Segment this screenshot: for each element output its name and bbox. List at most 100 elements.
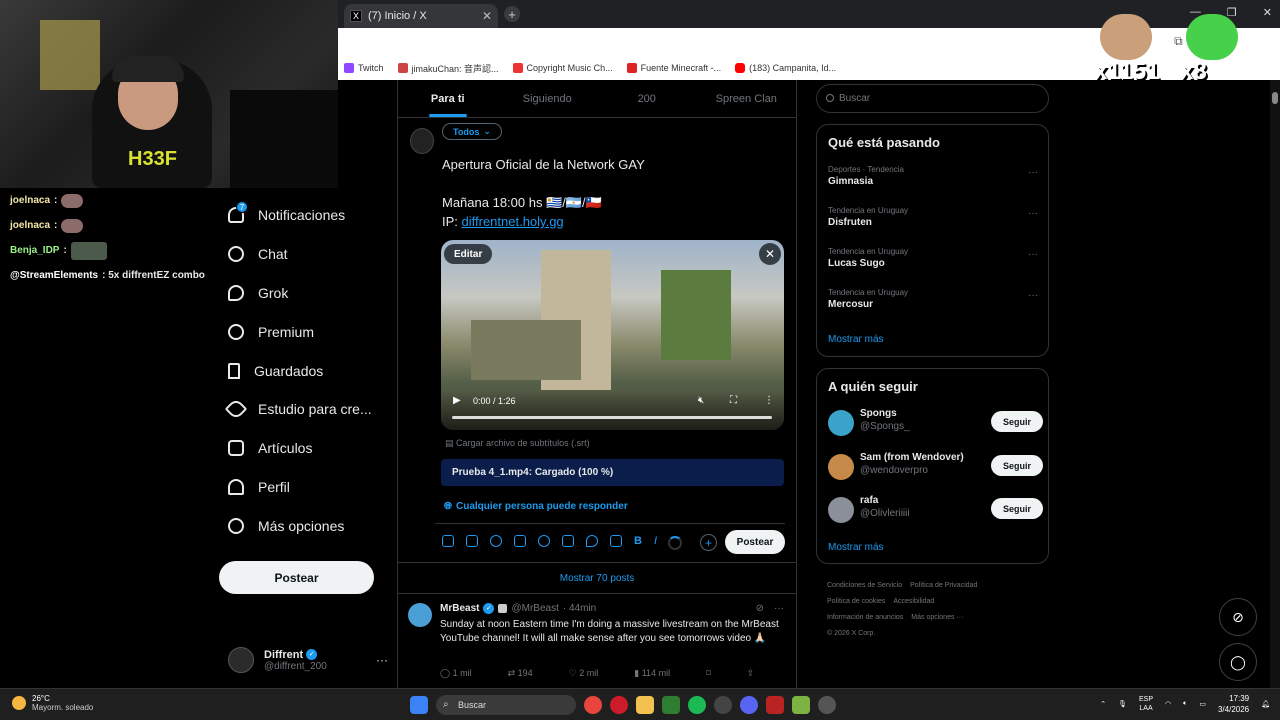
- minecraft-icon[interactable]: [662, 696, 680, 714]
- tray-arrow-icon[interactable]: ⌃: [1100, 700, 1106, 708]
- tab-close-icon[interactable]: ✕: [482, 9, 492, 23]
- browser-tab[interactable]: X (7) Inicio / X ✕: [344, 4, 498, 28]
- scrollbar[interactable]: [1270, 80, 1280, 688]
- spotify-icon[interactable]: [688, 696, 706, 714]
- bookmark-fuente-minecraft[interactable]: Fuente Minecraft -...: [626, 63, 721, 73]
- bold-icon[interactable]: B: [634, 535, 642, 547]
- trends-show-more-link[interactable]: Mostrar más: [828, 334, 884, 345]
- trend-item[interactable]: Tendencia en Uruguay Mercosur ···: [828, 288, 1038, 310]
- video-more-icon[interactable]: ⋮: [764, 395, 774, 406]
- bookmark-twitch[interactable]: Twitch: [344, 63, 384, 73]
- media-player-icon[interactable]: [818, 696, 836, 714]
- sidebar-item-bookmarks[interactable]: Guardados: [218, 351, 388, 390]
- poll-icon[interactable]: [514, 535, 526, 547]
- composer-avatar[interactable]: [410, 128, 434, 154]
- trend-item[interactable]: Tendencia en Uruguay Lucas Sugo ···: [828, 247, 1038, 269]
- microphone-icon[interactable]: 🎙︎: [1118, 700, 1127, 708]
- scrollbar-thumb[interactable]: [1272, 92, 1278, 104]
- footer-link[interactable]: Información de anuncios: [827, 614, 903, 621]
- edit-media-button[interactable]: Editar: [444, 244, 493, 264]
- post-draft-text[interactable]: Apertura Oficial de la Network GAY Mañan…: [442, 155, 782, 231]
- battery-icon[interactable]: ▭: [1199, 700, 1206, 708]
- footer-link[interactable]: Política de Privacidad: [910, 582, 977, 589]
- tweet-author[interactable]: MrBeast: [440, 603, 479, 614]
- upload-subtitles-link[interactable]: ▤ Cargar archivo de subtítulos (.srt): [445, 438, 590, 449]
- like-button[interactable]: ♡ 2 mil: [569, 668, 599, 679]
- sidebar-item-notifications[interactable]: 7 Notificaciones: [218, 196, 388, 235]
- tab-siguiendo[interactable]: Siguiendo: [498, 80, 598, 117]
- avatar[interactable]: [828, 410, 854, 436]
- bookmark-jimakuchan[interactable]: jimakuChan: 音声認...: [397, 62, 499, 75]
- weather-widget[interactable]: 26°C Mayorm. soleado: [12, 694, 93, 712]
- footer-link[interactable]: Más opciones ···: [911, 614, 963, 621]
- follow-suggestion[interactable]: Spongs @Spongs_ Seguir: [828, 408, 1043, 440]
- sidebar-item-articles[interactable]: Artículos: [218, 429, 388, 468]
- more-dots-icon[interactable]: ···: [1028, 167, 1038, 178]
- gif-icon[interactable]: [466, 535, 478, 547]
- messages-fab-button[interactable]: ◯: [1219, 643, 1257, 681]
- emoji-icon[interactable]: [538, 535, 550, 547]
- submit-post-button[interactable]: Postear: [725, 530, 785, 554]
- grok-explain-icon[interactable]: ⊘: [756, 603, 764, 614]
- bookmark-copyright-music[interactable]: Copyright Music Ch...: [512, 63, 613, 73]
- play-icon[interactable]: ▶: [453, 395, 461, 406]
- chrome-icon[interactable]: [584, 696, 602, 714]
- avatar[interactable]: [828, 497, 854, 523]
- trend-item[interactable]: Deportes · Tendencia Gimnasia ···: [828, 165, 1038, 187]
- ip-link[interactable]: diffrentnet.holy.gg: [462, 214, 564, 229]
- tab-para-ti[interactable]: Para ti: [398, 80, 498, 117]
- sidebar-item-creator-studio[interactable]: Estudio para cre...: [218, 390, 388, 429]
- cube-icon[interactable]: [792, 696, 810, 714]
- more-dots-icon[interactable]: ···: [1028, 208, 1038, 219]
- views-button[interactable]: ▮ 114 mil: [634, 668, 670, 679]
- search-input[interactable]: Buscar: [816, 84, 1049, 113]
- notifications-icon[interactable]: 🔔︎: [1261, 700, 1270, 708]
- fullscreen-icon[interactable]: ⛶: [730, 395, 737, 406]
- follow-suggestion[interactable]: rafa @Olivleriiiii Seguir: [828, 495, 1043, 527]
- location-icon[interactable]: [586, 535, 598, 547]
- footer-link[interactable]: Política de cookies: [827, 598, 885, 605]
- follow-button[interactable]: Seguir: [991, 411, 1043, 432]
- folder-icon[interactable]: [636, 696, 654, 714]
- sidebar-item-profile[interactable]: Perfil: [218, 468, 388, 507]
- footer-link[interactable]: Condiciones de Servicio: [827, 582, 902, 589]
- tweet-more-icon[interactable]: ···: [774, 603, 784, 614]
- audience-selector[interactable]: Todos ⌄: [442, 123, 502, 140]
- taskbar-search[interactable]: ⌕ Buscar: [436, 695, 576, 715]
- reply-settings[interactable]: 🌐︎ Cualquier persona puede responder: [444, 501, 628, 512]
- news-icon[interactable]: [766, 696, 784, 714]
- clock[interactable]: 17:39 3/4/2026: [1218, 693, 1249, 715]
- grok-fab-button[interactable]: ⊘: [1219, 598, 1257, 636]
- remove-media-close-icon[interactable]: ✕: [759, 243, 781, 265]
- follow-button[interactable]: Seguir: [991, 498, 1043, 519]
- reply-button[interactable]: ◯ 1 mil: [440, 668, 472, 679]
- show-new-posts[interactable]: Mostrar 70 posts: [398, 562, 796, 594]
- tweet[interactable]: MrBeast ✓ @MrBeast · 44min ⊘ ··· Sunday …: [398, 594, 796, 688]
- follow-button[interactable]: Seguir: [991, 455, 1043, 476]
- schedule-icon[interactable]: [562, 535, 574, 547]
- tab-200[interactable]: 200: [597, 80, 697, 117]
- avatar[interactable]: [408, 603, 432, 627]
- post-button[interactable]: Postear: [219, 561, 374, 594]
- italic-icon[interactable]: I: [654, 535, 657, 547]
- image-icon[interactable]: [442, 535, 454, 547]
- retweet-button[interactable]: ⇄ 194: [508, 668, 533, 679]
- more-dots-icon[interactable]: ···: [1028, 290, 1038, 301]
- tab-spreen-clan[interactable]: Spreen Clan: [697, 80, 797, 117]
- close-window-icon[interactable]: ✕: [1263, 6, 1272, 19]
- wifi-icon[interactable]: ◠: [1165, 700, 1171, 708]
- grok-compose-icon[interactable]: [490, 535, 502, 547]
- video-progress-bar[interactable]: [452, 416, 772, 419]
- volume-icon[interactable]: 🔈︎: [1183, 700, 1187, 708]
- avatar[interactable]: [828, 454, 854, 480]
- sidebar-item-more-options[interactable]: Más opciones: [218, 506, 388, 545]
- bookmark-tweet-icon[interactable]: ⌑: [706, 668, 711, 679]
- sidebar-item-chat[interactable]: Chat: [218, 235, 388, 274]
- share-icon[interactable]: ⇪: [747, 668, 755, 679]
- discord-icon[interactable]: [740, 696, 758, 714]
- opera-icon[interactable]: [610, 696, 628, 714]
- new-tab-button[interactable]: +: [504, 6, 520, 22]
- bookmark-campanita[interactable]: (183) Campanita, Id...: [735, 63, 836, 73]
- windows-start-icon[interactable]: [410, 696, 428, 714]
- app-icon[interactable]: [714, 696, 732, 714]
